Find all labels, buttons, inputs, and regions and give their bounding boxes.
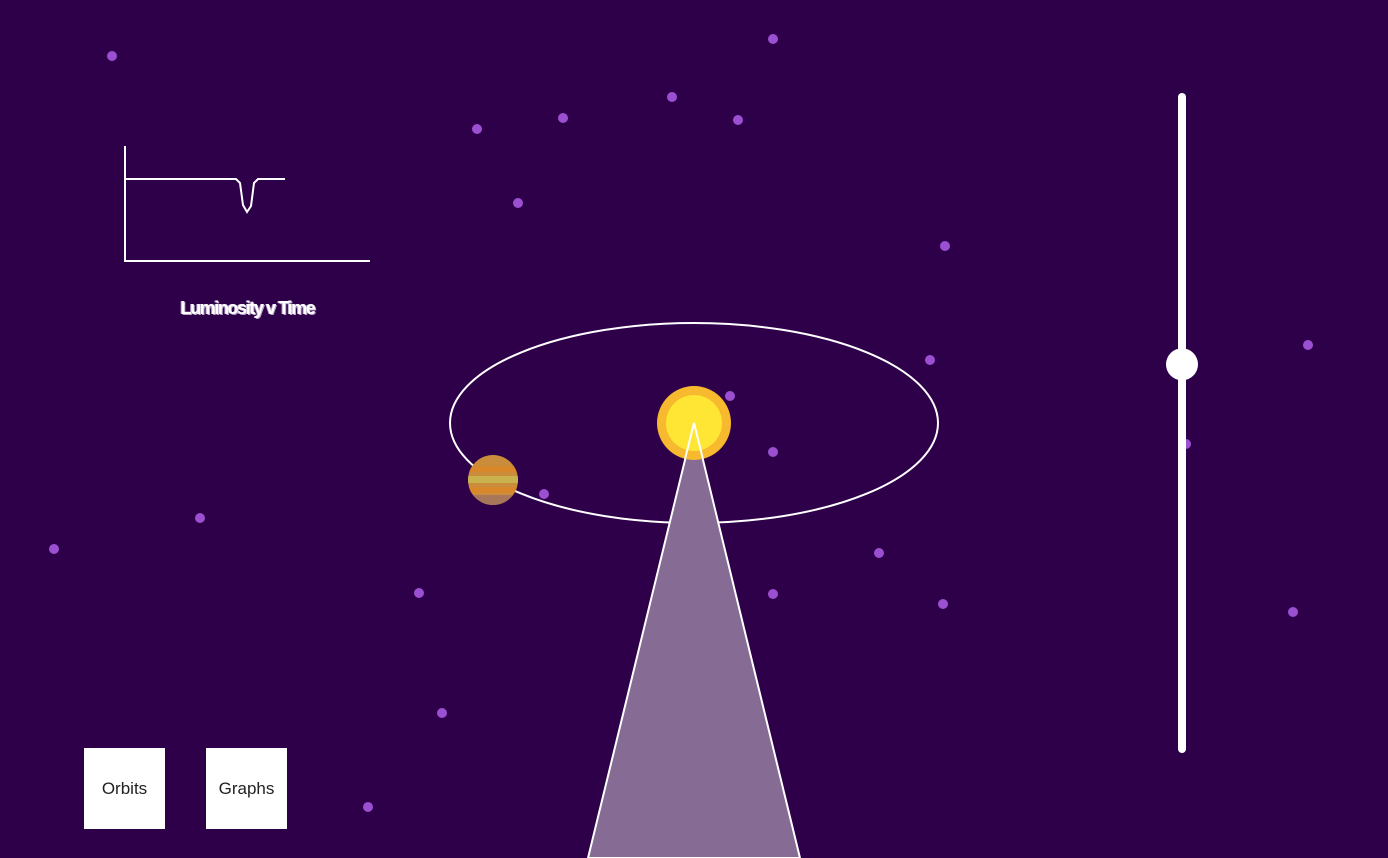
graph-caption: Luminosity v Time	[180, 298, 316, 318]
star-dot	[940, 241, 950, 251]
star-dot	[195, 513, 205, 523]
star-dot	[874, 548, 884, 558]
star-dot	[725, 391, 735, 401]
star-dot	[938, 599, 948, 609]
star-dot	[49, 544, 59, 554]
graphs-button[interactable]: Graphs	[206, 748, 287, 829]
star-dot	[513, 198, 523, 208]
star-dot	[437, 708, 447, 718]
star-dot	[1303, 340, 1313, 350]
star-dot	[539, 489, 549, 499]
light-cone	[586, 422, 802, 858]
star-dot	[768, 34, 778, 44]
space-scene	[49, 34, 1313, 858]
speed-slider[interactable]	[1166, 93, 1198, 753]
star-dot	[1288, 607, 1298, 617]
star-dot	[472, 124, 482, 134]
luminosity-curve	[125, 178, 285, 214]
graph-axes	[124, 146, 370, 262]
star-dot	[363, 802, 373, 812]
luminosity-graph	[124, 146, 370, 262]
orbits-button[interactable]: Orbits	[84, 748, 165, 829]
planet-icon[interactable]	[468, 455, 518, 505]
star-dot	[107, 51, 117, 61]
star-dot	[768, 447, 778, 457]
star-dot	[733, 115, 743, 125]
star-dot	[667, 92, 677, 102]
star-dot	[558, 113, 568, 123]
star-dot	[768, 589, 778, 599]
star-dot	[414, 588, 424, 598]
slider-thumb[interactable]	[1166, 348, 1198, 381]
star-dot	[925, 355, 935, 365]
